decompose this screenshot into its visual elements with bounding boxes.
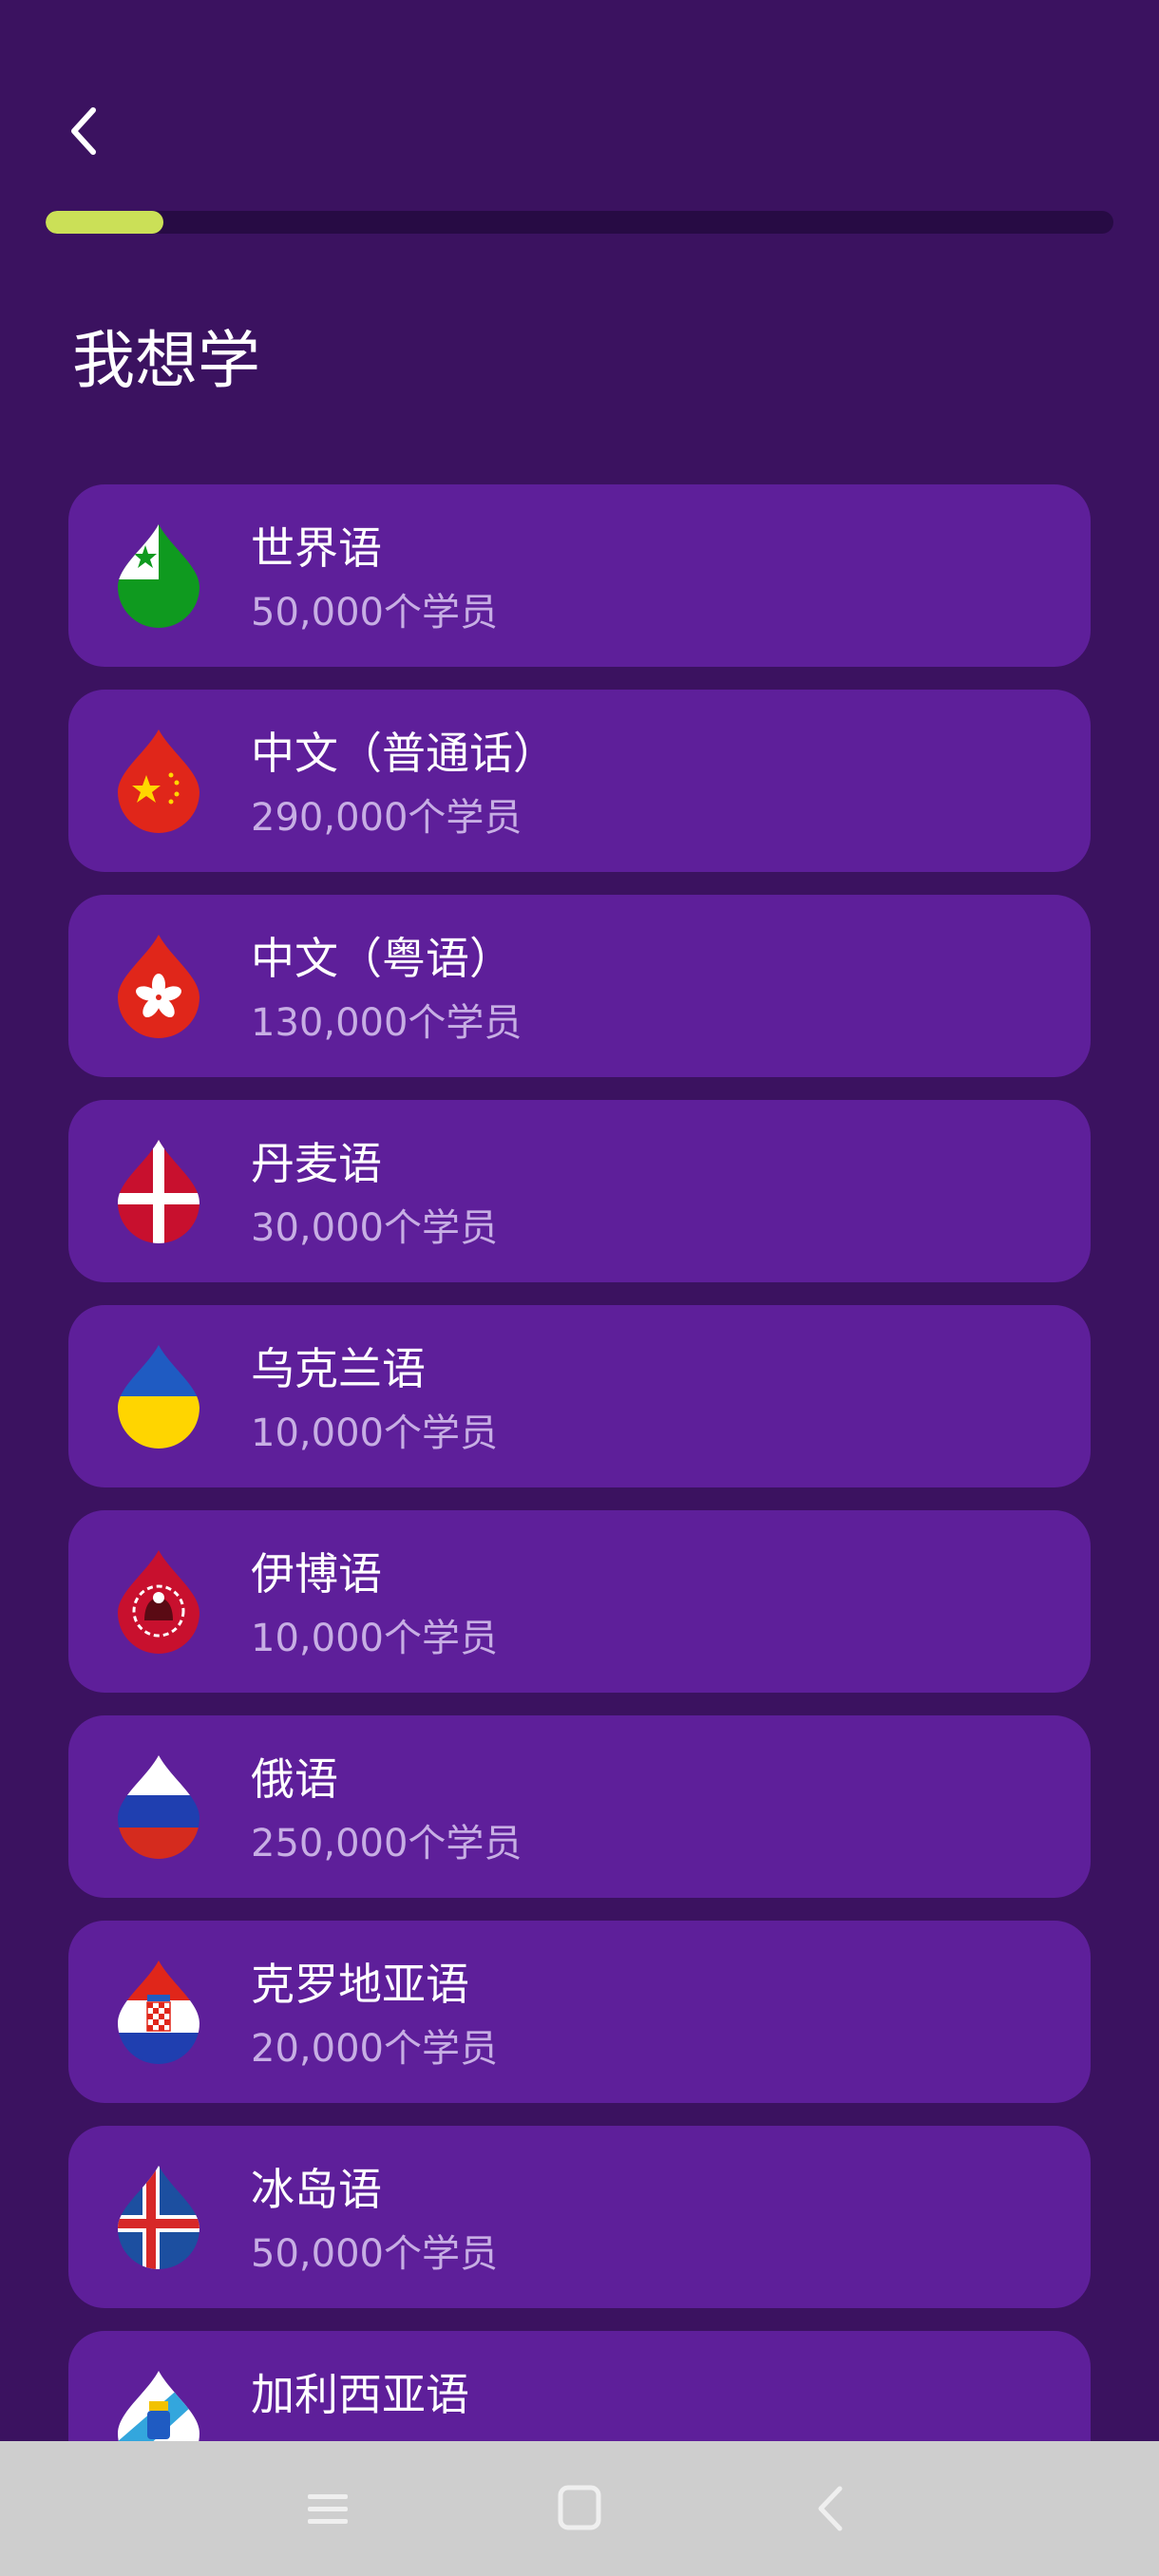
language-name: 世界语 (251, 522, 382, 574)
back-triangle-icon (818, 2486, 843, 2531)
learner-count: 50,000个学员 (251, 591, 498, 635)
language-option-ukrainian[interactable]: 乌克兰语 10,000个学员 (68, 1305, 1091, 1487)
russia-flag-icon (118, 1755, 200, 1859)
language-option-icelandic[interactable]: 冰岛语 50,000个学员 (68, 2126, 1091, 2308)
language-name: 冰岛语 (251, 2164, 382, 2215)
language-name: 中文（普通话） (251, 728, 557, 779)
igbo-flag-icon (118, 1550, 200, 1654)
learner-count: 30,000个学员 (251, 1206, 498, 1250)
language-option-esperanto[interactable]: 世界语 50,000个学员 (68, 484, 1091, 667)
hong-kong-flag-icon (118, 935, 200, 1038)
esperanto-flag-icon (118, 524, 200, 628)
menu-icon (308, 2494, 348, 2524)
learner-count: 50,000个学员 (251, 2232, 498, 2276)
language-name: 克罗地亚语 (251, 1959, 469, 2010)
language-name: 乌克兰语 (251, 1343, 426, 1394)
home-button[interactable] (546, 2475, 613, 2542)
learner-count: 290,000个学员 (251, 796, 522, 840)
recent-apps-button[interactable] (294, 2475, 361, 2542)
page-title: 我想学 (72, 324, 260, 397)
ukraine-flag-icon (118, 1345, 200, 1449)
progress-fill (46, 211, 163, 234)
language-option-russian[interactable]: 俄语 250,000个学员 (68, 1715, 1091, 1898)
language-name: 加利西亚语 (251, 2369, 469, 2420)
iceland-flag-icon (118, 2166, 200, 2269)
croatia-flag-icon (118, 1960, 200, 2064)
language-option-igbo[interactable]: 伊博语 10,000个学员 (68, 1510, 1091, 1693)
language-option-croatian[interactable]: 克罗地亚语 20,000个学员 (68, 1921, 1091, 2103)
back-button[interactable] (53, 101, 114, 161)
learner-count: 10,000个学员 (251, 1617, 498, 1660)
system-navigation-bar (0, 2441, 1159, 2576)
learner-count: 250,000个学员 (251, 1822, 522, 1866)
learner-count: 10,000个学员 (251, 1411, 498, 1455)
language-list: 世界语 50,000个学员 中文（普通话） 290,000个学员 中文（粤语） … (68, 484, 1091, 2536)
progress-bar (46, 211, 1113, 234)
chevron-left-icon (71, 107, 96, 155)
learner-count: 130,000个学员 (251, 1001, 522, 1045)
language-option-cantonese[interactable]: 中文（粤语） 130,000个学员 (68, 895, 1091, 1077)
language-option-mandarin[interactable]: 中文（普通话） 290,000个学员 (68, 690, 1091, 872)
language-name: 俄语 (251, 1753, 338, 1805)
language-option-danish[interactable]: 丹麦语 30,000个学员 (68, 1100, 1091, 1282)
square-icon (558, 2485, 601, 2530)
language-name: 丹麦语 (251, 1138, 382, 1189)
language-name: 伊博语 (251, 1548, 382, 1600)
language-name: 中文（粤语） (251, 933, 513, 984)
denmark-flag-icon (118, 1140, 200, 1243)
learner-count: 20,000个学员 (251, 2027, 498, 2071)
china-flag-icon (118, 729, 200, 833)
system-back-button[interactable] (798, 2475, 864, 2542)
